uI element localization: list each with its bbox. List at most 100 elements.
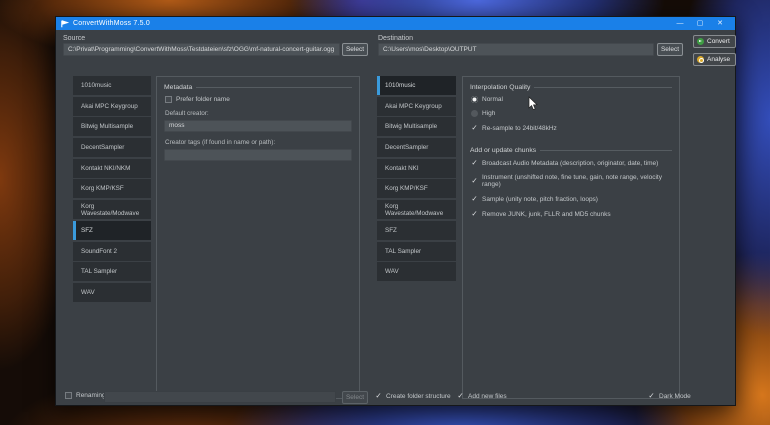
- interpolation-quality-header: Interpolation Quality: [470, 84, 672, 91]
- dark-mode-checkbox[interactable]: ✓: [648, 392, 655, 400]
- high-radio[interactable]: [471, 110, 478, 117]
- format-item-label: Korg KMP/KSF: [81, 185, 124, 192]
- analyse-icon: [697, 56, 704, 63]
- format-item-label: WAV: [385, 268, 399, 275]
- format-item-kontakt-nki[interactable]: Kontakt NKI: [377, 159, 456, 178]
- format-item-tal-sampler[interactable]: TAL Sampler: [377, 242, 456, 261]
- destination-path-input[interactable]: C:\Users\mos\Desktop\OUTPUT: [378, 43, 654, 56]
- format-item-bitwig-multisample[interactable]: Bitwig Multisample: [73, 117, 151, 136]
- analyse-button[interactable]: Analyse: [693, 53, 736, 66]
- prefer-folder-name-label: Prefer folder name: [176, 96, 230, 103]
- remove-junk-checkbox[interactable]: ✓: [471, 210, 478, 218]
- interpolation-high-row[interactable]: High: [471, 110, 672, 117]
- format-item-bitwig-multisample[interactable]: Bitwig Multisample: [377, 117, 456, 136]
- format-item-decentsampler[interactable]: DecentSampler: [73, 138, 151, 157]
- format-item-korg-kmp-ksf[interactable]: Korg KMP/KSF: [377, 179, 456, 198]
- format-item-label: TAL Sampler: [81, 268, 117, 275]
- creator-tags-input[interactable]: [164, 149, 352, 161]
- minimize-button[interactable]: —: [670, 17, 690, 30]
- format-item-label: SFZ: [385, 227, 397, 234]
- default-creator-input[interactable]: moss: [164, 120, 352, 132]
- renaming-select-button[interactable]: Select: [342, 391, 368, 404]
- titlebar: ConvertWithMoss 7.5.0 — ▢ ✕: [56, 17, 735, 30]
- instrument-label: Instrument (unshifted note, fine tune, g…: [482, 174, 672, 188]
- desktop-background: ConvertWithMoss 7.5.0 — ▢ ✕ Source C:\Pr…: [0, 0, 770, 425]
- default-creator-label: Default creator:: [165, 110, 352, 117]
- interpolation-normal-row[interactable]: Normal: [471, 96, 672, 103]
- create-folder-structure-row[interactable]: ✓ Create folder structure: [375, 392, 451, 400]
- format-item-wav[interactable]: WAV: [377, 262, 456, 281]
- source-select-button[interactable]: Select: [342, 43, 368, 56]
- format-item-label: Bitwig Multisample: [385, 123, 437, 130]
- format-item-label: Kontakt NKI: [385, 165, 419, 172]
- format-item-label: Korg Wavestate/Modwave: [81, 203, 151, 217]
- mouse-cursor: [528, 96, 539, 111]
- close-button[interactable]: ✕: [710, 17, 730, 30]
- dark-mode-row[interactable]: ✓ Dark Mode: [648, 392, 691, 400]
- chunk-remove-junk-row[interactable]: ✓ Remove JUNK, junk, FLLR and MD5 chunks: [471, 210, 672, 218]
- app-window: ConvertWithMoss 7.5.0 — ▢ ✕ Source C:\Pr…: [55, 16, 736, 406]
- instrument-checkbox[interactable]: ✓: [471, 177, 478, 185]
- renaming-input[interactable]: [104, 391, 336, 403]
- format-item-sfz[interactable]: SFZ: [377, 221, 456, 240]
- chunks-section-header: Add or update chunks: [470, 147, 672, 154]
- add-new-files-label: Add new files: [468, 393, 507, 400]
- format-item-sfz[interactable]: SFZ: [73, 221, 151, 240]
- add-new-files-checkbox[interactable]: ✓: [457, 392, 464, 400]
- normal-radio[interactable]: [471, 96, 478, 103]
- metadata-panel: Metadata Prefer folder name Default crea…: [156, 76, 360, 399]
- metadata-section-header: Metadata: [164, 84, 352, 91]
- format-item-label: WAV: [81, 289, 95, 296]
- format-item-wav[interactable]: WAV: [73, 283, 151, 302]
- format-item-label: Akai MPC Keygroup: [81, 103, 138, 110]
- renaming-row[interactable]: Renaming: [65, 392, 106, 399]
- format-item-korg-wavestate-modwave[interactable]: Korg Wavestate/Modwave: [377, 200, 456, 219]
- create-folder-structure-checkbox[interactable]: ✓: [375, 392, 382, 400]
- format-item-tal-sampler[interactable]: TAL Sampler: [73, 262, 151, 281]
- format-item-akai-mpc-keygroup[interactable]: Akai MPC Keygroup: [73, 97, 151, 116]
- broadcast-metadata-label: Broadcast Audio Metadata (description, o…: [482, 160, 658, 167]
- format-item-1010music[interactable]: 1010music: [377, 76, 456, 95]
- add-new-files-row[interactable]: ✓ Add new files: [457, 392, 507, 400]
- format-item-soundfont-2[interactable]: SoundFont 2: [73, 242, 151, 261]
- destination-format-list: 1010music Akai MPC Keygroup Bitwig Multisa…: [377, 76, 456, 283]
- format-item-label: Kontakt NKI/NKM: [81, 165, 130, 172]
- source-label: Source: [63, 35, 85, 42]
- bottom-bar: Renaming Select ✓ Create folder structur…: [56, 390, 735, 405]
- renaming-label: Renaming: [76, 392, 106, 399]
- format-item-kontakt-nki-nkm[interactable]: Kontakt NKI/NKM: [73, 159, 151, 178]
- high-radio-label: High: [482, 110, 495, 117]
- format-item-label: Bitwig Multisample: [81, 123, 133, 130]
- broadcast-metadata-checkbox[interactable]: ✓: [471, 159, 478, 167]
- chunk-sample-row[interactable]: ✓ Sample (unity note, pitch fraction, lo…: [471, 195, 672, 203]
- destination-select-button[interactable]: Select: [657, 43, 683, 56]
- convert-button-label: Convert: [707, 38, 730, 45]
- sample-label: Sample (unity note, pitch fraction, loop…: [482, 196, 598, 203]
- maximize-button[interactable]: ▢: [690, 17, 710, 30]
- chunk-instrument-row[interactable]: ✓ Instrument (unshifted note, fine tune,…: [471, 174, 672, 188]
- renaming-checkbox[interactable]: [65, 392, 72, 399]
- source-format-list: 1010music Akai MPC Keygroup Bitwig Multisa…: [73, 76, 151, 304]
- format-item-1010music[interactable]: 1010music: [73, 76, 151, 95]
- resample-checkbox[interactable]: ✓: [471, 124, 478, 132]
- resample-row[interactable]: ✓ Re-sample to 24bit/48kHz: [471, 124, 672, 132]
- window-title: ConvertWithMoss 7.5.0: [73, 20, 670, 27]
- convert-button[interactable]: Convert: [693, 35, 736, 48]
- destination-options-panel: Interpolation Quality Normal High ✓ Re-s…: [462, 76, 680, 399]
- create-folder-structure-label: Create folder structure: [386, 393, 451, 400]
- prefer-folder-name-row[interactable]: Prefer folder name: [165, 96, 352, 103]
- analyse-button-label: Analyse: [707, 56, 730, 63]
- format-item-korg-wavestate-modwave[interactable]: Korg Wavestate/Modwave: [73, 200, 151, 219]
- format-item-label: Korg KMP/KSF: [385, 185, 428, 192]
- format-item-akai-mpc-keygroup[interactable]: Akai MPC Keygroup: [377, 97, 456, 116]
- prefer-folder-name-checkbox[interactable]: [165, 96, 172, 103]
- format-item-korg-kmp-ksf[interactable]: Korg KMP/KSF: [73, 179, 151, 198]
- source-path-input[interactable]: C:\Privat\Programming\ConvertWithMoss\Te…: [63, 43, 340, 56]
- format-item-label: Akai MPC Keygroup: [385, 103, 442, 110]
- chunk-broadcast-row[interactable]: ✓ Broadcast Audio Metadata (description,…: [471, 159, 672, 167]
- normal-radio-label: Normal: [482, 96, 503, 103]
- sample-checkbox[interactable]: ✓: [471, 195, 478, 203]
- format-item-decentsampler[interactable]: DecentSampler: [377, 138, 456, 157]
- resample-label: Re-sample to 24bit/48kHz: [482, 125, 557, 132]
- convert-icon: [697, 38, 704, 45]
